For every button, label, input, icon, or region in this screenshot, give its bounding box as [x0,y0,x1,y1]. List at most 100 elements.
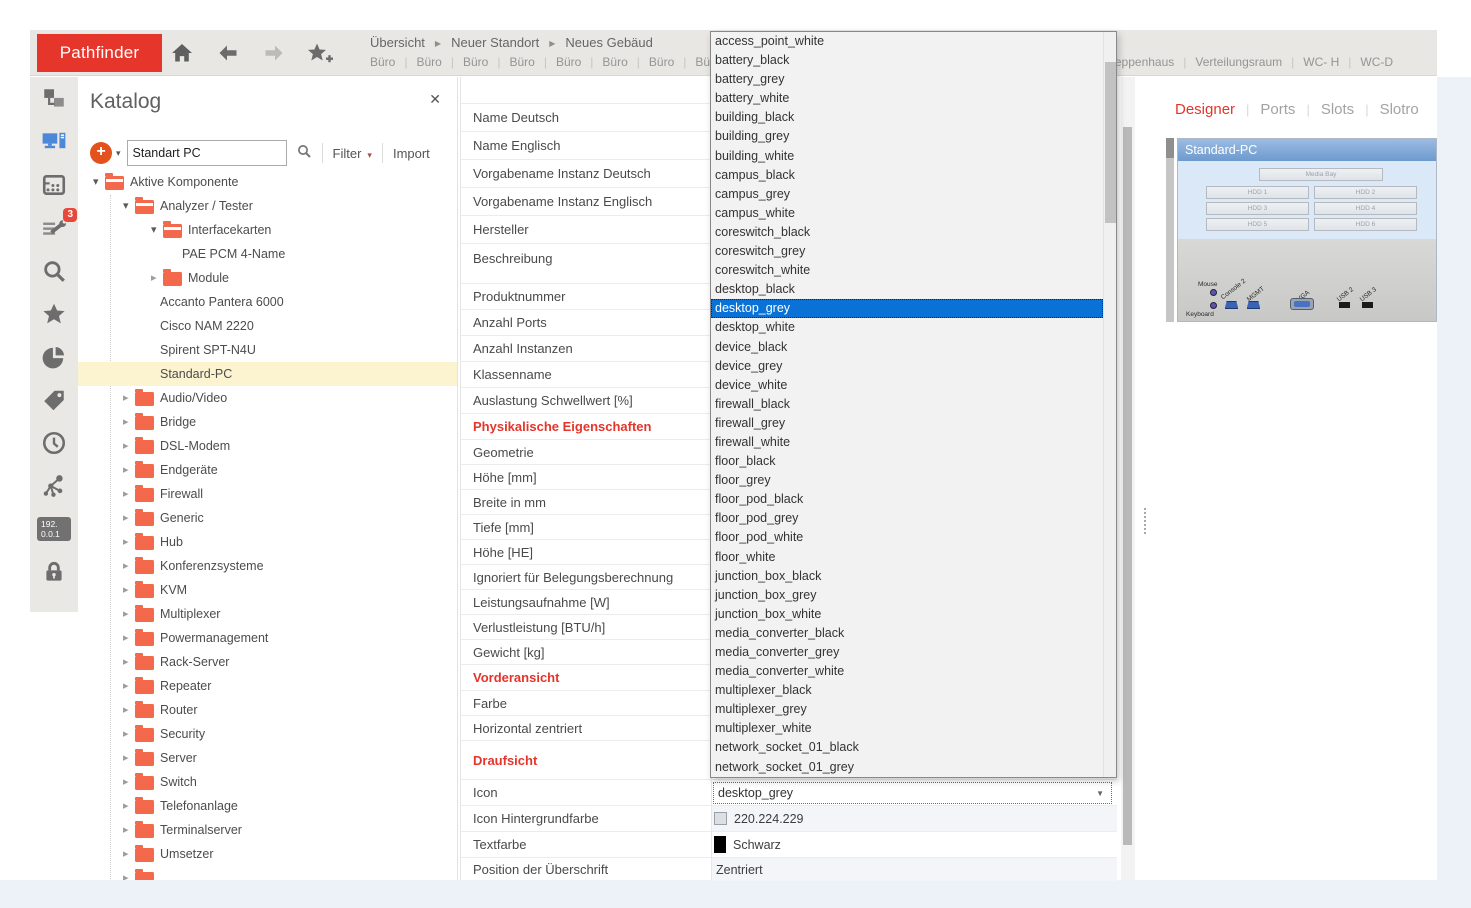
tree-item[interactable]: Security [78,722,457,746]
dropdown-option[interactable]: floor_white [711,548,1103,567]
tree-item[interactable]: Aktive Komponente [78,170,457,194]
sidebar-item-connections[interactable] [30,464,78,507]
mgmt-port-icon[interactable] [1247,301,1260,309]
scrollbar-thumb[interactable] [1123,127,1132,845]
mouse-port-icon[interactable] [1210,289,1217,296]
dropdown-option[interactable]: junction_box_grey [711,586,1103,605]
sidebar-item-topology[interactable] [30,77,78,120]
vga-port-icon[interactable] [1290,298,1314,310]
slot-hdd[interactable]: HDD 6 [1314,218,1417,231]
dropdown-option[interactable]: multiplexer_white [711,719,1103,738]
search-icon[interactable] [296,143,312,164]
detail-tab[interactable]: Designer [1175,101,1260,118]
dropdown-option[interactable]: multiplexer_grey [711,700,1103,719]
tree-item[interactable]: Generic [78,506,457,530]
dropdown-option[interactable]: device_grey [711,357,1103,376]
dropdown-option[interactable]: firewall_black [711,395,1103,414]
forward-arrow-icon[interactable] [262,41,288,65]
tree-item[interactable]: Accanto Pantera 6000 [78,290,457,314]
tree-item[interactable]: Standard-PC [78,362,457,386]
dropdown-option[interactable]: network_socket_01_grey [711,758,1103,777]
slot-media-bay[interactable]: Media Bay [1259,168,1383,181]
tree-expander-icon[interactable] [123,393,135,404]
tree-item[interactable]: Rack-Server [78,650,457,674]
sidebar-item-search[interactable] [30,249,78,292]
tree-expander-icon[interactable] [123,489,135,500]
tree-item[interactable]: Multiplexer [78,602,457,626]
tree-item[interactable]: Telefonanlage [78,794,457,818]
tree-item[interactable]: Hub [78,530,457,554]
sidebar-item-ip-addresses[interactable]: 192. 0.0.1 [30,507,78,550]
tree-item[interactable]: Firewall [78,482,457,506]
tree-item[interactable]: Analyzer / Tester [78,194,457,218]
tree-item[interactable]: Endgeräte [78,458,457,482]
tree-item[interactable]: Terminalserver [78,818,457,842]
room-tab[interactable]: Treppenhaus [1104,55,1195,69]
tree-expander-icon[interactable] [123,753,135,764]
usb-port-icon[interactable] [1339,302,1350,308]
tree-item[interactable]: Cisco NAM 2220 [78,314,457,338]
app-logo[interactable]: Pathfinder [37,34,162,72]
breadcrumb-item[interactable]: Neues Gebäud [565,35,652,50]
sidebar-item-floorplan[interactable] [30,163,78,206]
filter-button[interactable]: Filter▾ [333,146,372,161]
dropdown-scrollbar[interactable] [1103,32,1116,777]
tree-item[interactable] [78,866,457,880]
room-tab[interactable]: Verteilungsraum [1195,55,1303,69]
slot-hdd[interactable]: HDD 1 [1206,186,1309,199]
usb-port-icon[interactable] [1362,302,1373,308]
dropdown-option[interactable]: media_converter_white [711,662,1103,681]
tree-expander-icon[interactable] [123,681,135,692]
sidebar-item-history[interactable] [30,421,78,464]
tree-item[interactable]: Spirent SPT-N4U [78,338,457,362]
tree-item[interactable]: KVM [78,578,457,602]
chevron-down-icon[interactable]: ▼ [1096,789,1104,798]
dropdown-option[interactable]: campus_white [711,204,1103,223]
sidebar-item-favorites[interactable] [30,292,78,335]
slot-hdd[interactable]: HDD 2 [1314,186,1417,199]
tree-expander-icon[interactable] [123,465,135,476]
tree-item[interactable]: Repeater [78,674,457,698]
back-arrow-icon[interactable] [216,41,242,65]
tree-item[interactable]: Module [78,266,457,290]
sidebar-item-security[interactable] [30,550,78,593]
color-swatch[interactable] [714,812,727,825]
room-tab[interactable]: Büro [556,55,602,69]
tree-item[interactable]: DSL-Modem [78,434,457,458]
dropdown-option[interactable]: desktop_grey [711,299,1103,318]
tree-expander-icon[interactable] [123,825,135,836]
tree-expander-icon[interactable] [123,849,135,860]
dropdown-option[interactable]: firewall_white [711,433,1103,452]
dropdown-option[interactable]: access_point_white [711,32,1103,51]
tree-item[interactable]: Switch [78,770,457,794]
tree-item[interactable]: Server [78,746,457,770]
dropdown-option[interactable]: building_grey [711,127,1103,146]
detail-tab[interactable]: Slots [1321,101,1380,118]
room-tab[interactable]: Büro [649,55,695,69]
dropdown-option[interactable]: media_converter_black [711,624,1103,643]
tree-item[interactable]: Audio/Video [78,386,457,410]
tree-item[interactable]: Konferenzsysteme [78,554,457,578]
panel-splitter-grip[interactable] [1144,508,1146,534]
tree-item[interactable]: Powermanagement [78,626,457,650]
tree-expander-icon[interactable] [123,873,135,881]
tree-expander-icon[interactable] [123,561,135,572]
sidebar-item-workplaces[interactable] [30,120,78,163]
dropdown-option[interactable]: floor_pod_black [711,490,1103,509]
dropdown-option[interactable]: floor_grey [711,471,1103,490]
console-port-icon[interactable] [1225,301,1238,309]
tree-expander-icon[interactable] [151,225,163,236]
dropdown-option[interactable]: desktop_black [711,280,1103,299]
dropdown-option[interactable]: device_black [711,338,1103,357]
dropdown-option[interactable]: coreswitch_grey [711,242,1103,261]
dropdown-option[interactable]: battery_grey [711,70,1103,89]
tree-expander-icon[interactable] [123,705,135,716]
dropdown-option[interactable]: floor_black [711,452,1103,471]
dropdown-option[interactable]: campus_black [711,166,1103,185]
tree-expander-icon[interactable] [123,537,135,548]
form-scrollbar[interactable] [1121,77,1135,880]
add-favorite-star-icon[interactable] [306,41,332,65]
tree-expander-icon[interactable] [123,633,135,644]
sidebar-item-reports[interactable] [30,335,78,378]
sidebar-item-tasks[interactable]: 3 [30,206,78,249]
